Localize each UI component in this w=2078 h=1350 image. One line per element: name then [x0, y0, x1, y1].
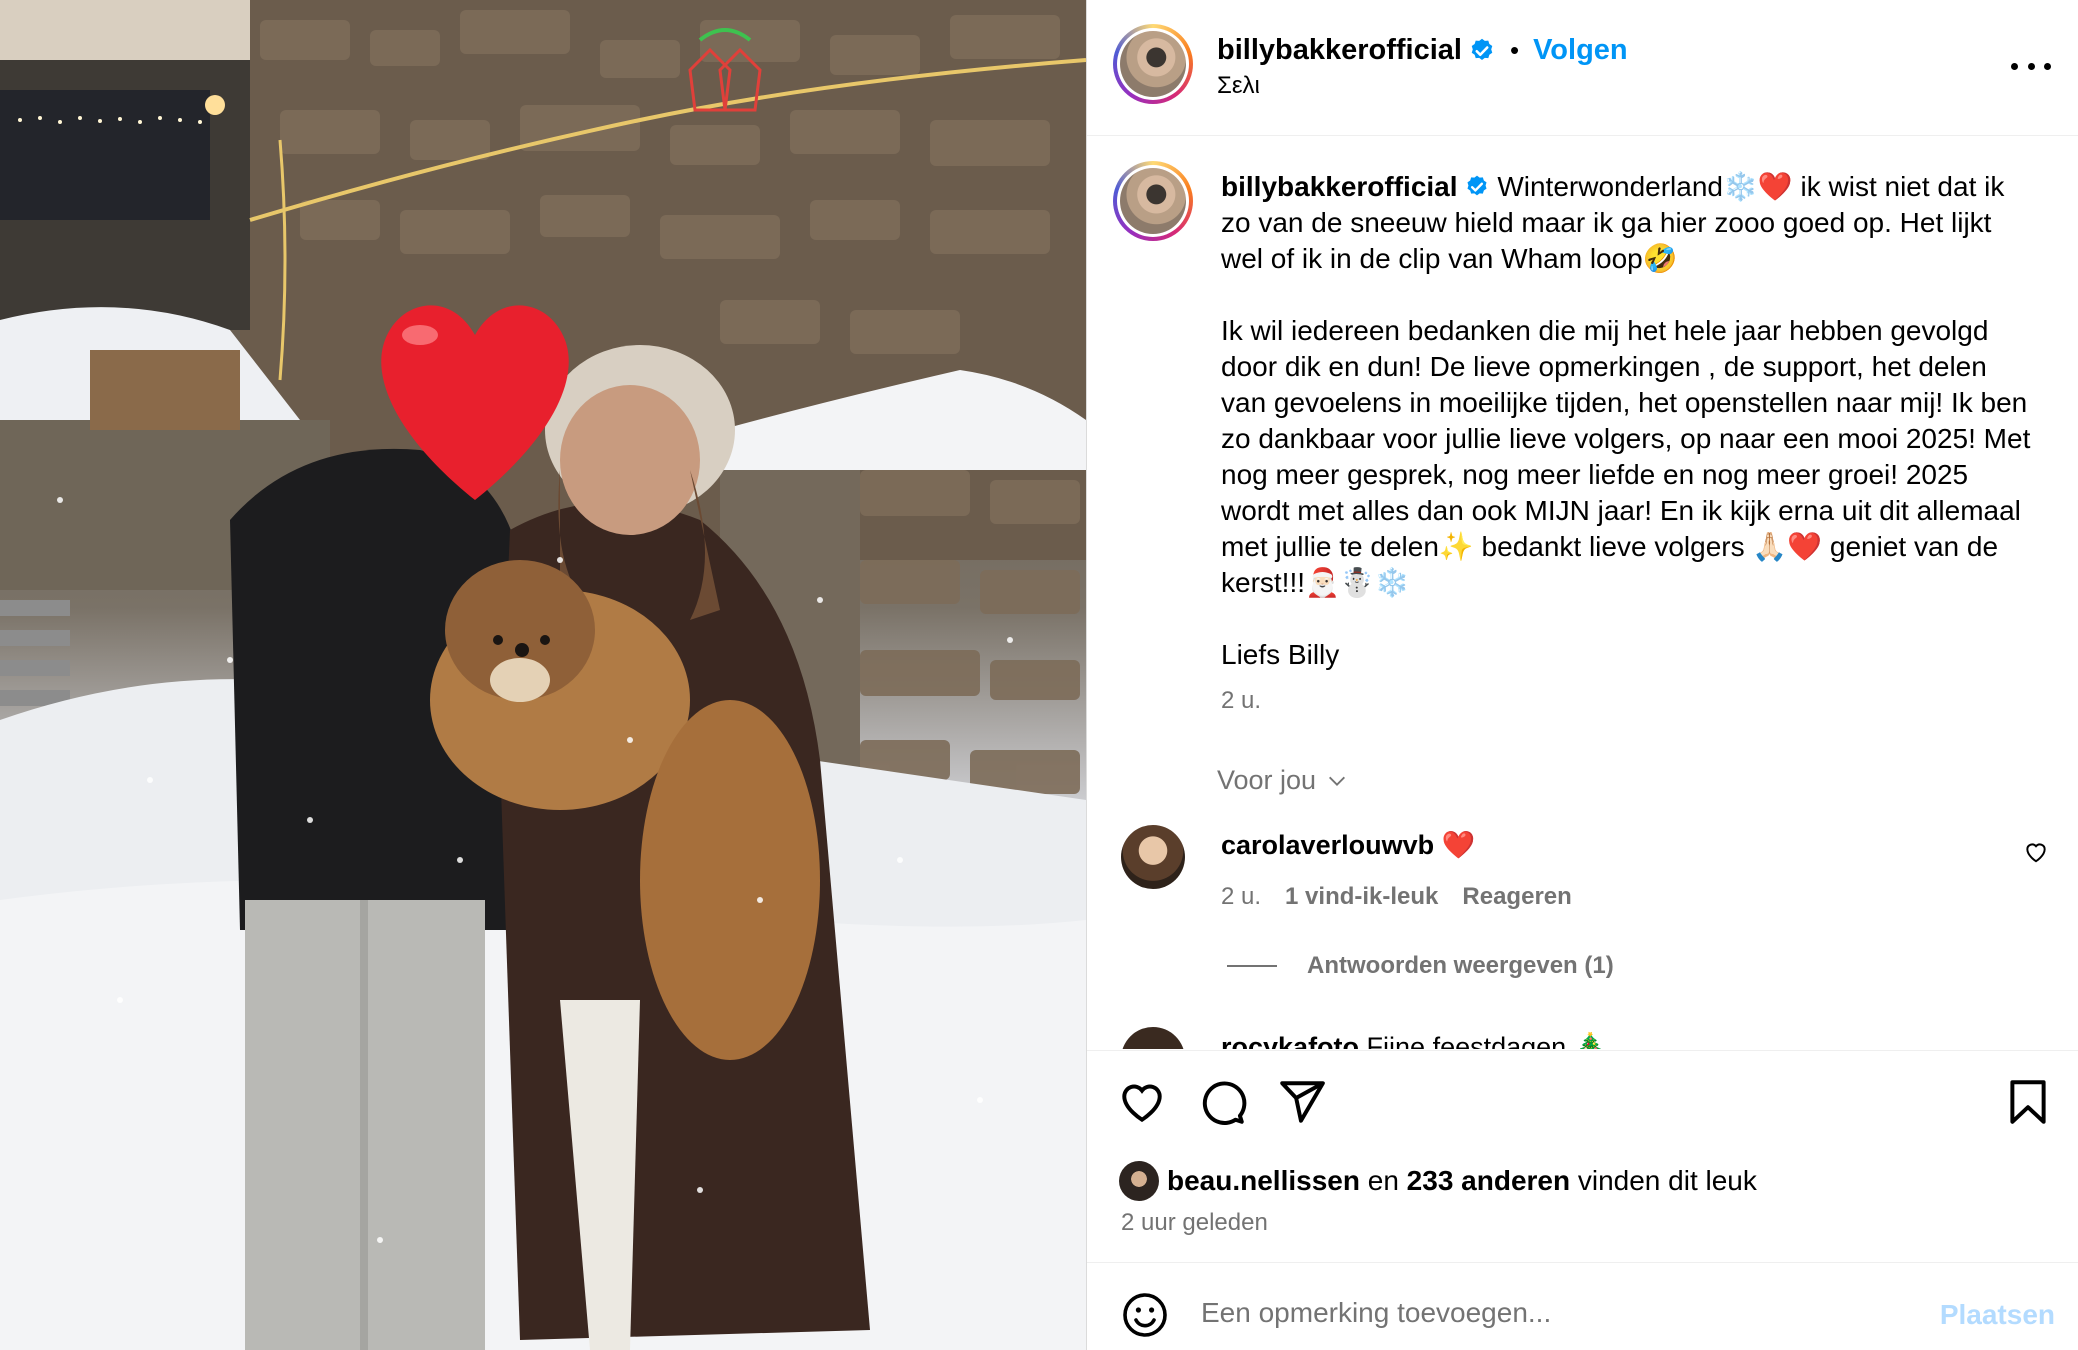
caption-username[interactable]: billybakkerofficial [1221, 171, 1458, 202]
commenter-avatar[interactable] [1121, 1027, 1185, 1049]
like-comment-icon[interactable] [2023, 839, 2049, 865]
reply-button[interactable]: Reageren [1462, 883, 1571, 911]
photo-illustration [0, 0, 1086, 1350]
post-comment-button[interactable]: Plaatsen [1940, 1299, 2055, 1331]
separator-dot: • [1510, 35, 1520, 65]
chevron-down-icon [1329, 776, 1346, 786]
comment-time[interactable]: 2 u. [1221, 883, 1261, 911]
emoji-icon[interactable] [1121, 1291, 1169, 1339]
comment-input[interactable] [1201, 1285, 1901, 1341]
author-username[interactable]: billybakkerofficial [1217, 34, 1462, 67]
verified-badge-icon [1471, 38, 1493, 60]
follow-button[interactable]: Volgen [1533, 34, 1628, 67]
liker-avatar[interactable] [1119, 1161, 1159, 1201]
for-you-filter[interactable]: Voor jou [1217, 765, 1348, 796]
view-replies-label: Antwoorden weergeven (1) [1307, 952, 1614, 979]
caption-text: Winterwonderland❄️❤️ ik wist niet dat ik… [1221, 171, 2031, 670]
heart-icon[interactable] [1117, 1077, 1167, 1127]
more-options-icon[interactable] [2011, 46, 2051, 86]
comment-text: Fijne feestdagen 🎄 [1359, 1032, 1608, 1049]
post-details-panel: billybakkerofficial • Volgen Σελι billyb… [1086, 0, 2078, 1350]
caption-timestamp[interactable]: 2 u. [1221, 687, 1261, 715]
likes-connector: en [1359, 1165, 1407, 1196]
author-avatar[interactable] [1113, 24, 1193, 104]
commenter-avatar[interactable] [1121, 825, 1185, 889]
post-photo[interactable] [0, 0, 1086, 1350]
share-icon[interactable] [1277, 1077, 1327, 1127]
commenter-username[interactable]: carolaverlouwvb [1221, 830, 1434, 860]
view-replies-button[interactable]: Antwoorden weergeven (1) [1227, 952, 1614, 980]
comment-likes[interactable]: 1 vind-ik-leuk [1285, 883, 1438, 911]
post-timestamp[interactable]: 2 uur geleden [1121, 1209, 1268, 1237]
verified-badge-icon [1467, 175, 1487, 196]
likes-summary[interactable]: beau.nellissen en 233 anderen vinden dit… [1119, 1161, 1757, 1201]
likes-suffix: vinden dit leuk [1570, 1165, 1757, 1196]
for-you-label: Voor jou [1217, 765, 1317, 795]
commenter-username[interactable]: rocykafoto [1221, 1032, 1359, 1049]
caption-text-block: billybakkerofficial Winterwonderland❄️❤️… [1221, 169, 2031, 673]
post-actions: beau.nellissen en 233 anderen vinden dit… [1087, 1050, 2078, 1260]
replies-divider [1227, 965, 1277, 967]
caption-avatar[interactable] [1113, 161, 1193, 241]
comment-text: ❤️ [1434, 830, 1476, 860]
liker-username[interactable]: beau.nellissen [1167, 1165, 1360, 1197]
bookmark-icon[interactable] [2003, 1077, 2053, 1127]
add-comment-bar: Plaatsen [1087, 1262, 2078, 1350]
comment-icon[interactable] [1197, 1077, 1247, 1127]
post-location[interactable]: Σελι [1217, 72, 1260, 100]
post-header: billybakkerofficial • Volgen Σελι [1087, 0, 2078, 136]
comments-section[interactable]: billybakkerofficial Winterwonderland❄️❤️… [1087, 137, 2078, 1049]
likes-count[interactable]: 233 anderen [1407, 1165, 1570, 1197]
